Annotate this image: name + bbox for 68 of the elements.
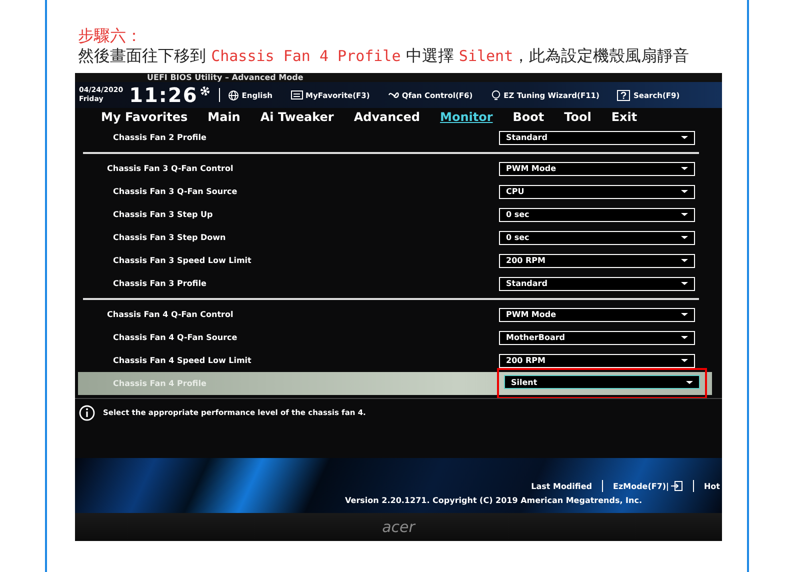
setting-label: Chassis Fan 4 Speed Low Limit — [113, 356, 252, 365]
setting-label: Chassis Fan 4 Q-Fan Source — [113, 333, 238, 342]
footer-link[interactable]: EzMode(F7)| — [612, 481, 683, 491]
clock-time: 11:26 — [129, 83, 198, 107]
caret-icon — [681, 136, 688, 139]
setting-label: Chassis Fan 3 Speed Low Limit — [113, 256, 252, 265]
caret-icon — [681, 190, 688, 193]
caret-icon — [681, 236, 688, 239]
setting-label: Chassis Fan 2 Profile — [113, 133, 206, 142]
menu-tab[interactable]: My Favorites — [101, 110, 188, 124]
dropdown[interactable]: 0 sec — [499, 230, 695, 244]
setting-label: Chassis Fan 3 Profile — [113, 279, 206, 288]
help-icon — [617, 90, 630, 100]
setting-row[interactable]: Chassis Fan 3 Profile Standard — [78, 272, 712, 295]
menu-tab[interactable]: Tool — [564, 110, 592, 124]
setting-row[interactable]: Chassis Fan 4 Q-Fan Control PWM Mode — [78, 303, 712, 326]
setting-label: Chassis Fan 3 Q-Fan Control — [107, 164, 234, 173]
dropdown[interactable]: Standard — [499, 130, 695, 144]
setting-row[interactable]: Chassis Fan 3 Speed Low Limit 200 RPM — [78, 249, 712, 272]
bulb-icon — [490, 90, 501, 100]
dropdown[interactable]: 200 RPM — [499, 254, 695, 268]
version-text: Version 2.20.1271. Copyright (C) 2019 American Megatrends, Inc. — [345, 496, 642, 505]
setting-label: Chassis Fan 4 Profile — [113, 379, 206, 388]
footer-link[interactable]: Last Modified — [531, 482, 592, 490]
setting-row[interactable]: Chassis Fan 3 Step Down 0 sec — [78, 226, 712, 249]
settings-icon — [198, 85, 211, 97]
footer-link[interactable]: Hot — [704, 482, 720, 490]
caret-icon — [681, 259, 688, 262]
bios-title: UEFI BIOS Utility – Advanced Mode — [147, 73, 304, 82]
menu-tab[interactable]: Boot — [512, 110, 544, 124]
dropdown[interactable]: CPU — [499, 184, 695, 198]
caret-icon — [681, 336, 688, 339]
menu-tab[interactable]: Advanced — [354, 110, 420, 124]
caret-icon — [681, 359, 688, 362]
caret-icon — [681, 282, 688, 285]
setting-row[interactable]: Chassis Fan 4 Q-Fan Source MotherBoard — [78, 326, 712, 349]
step-title: 步驟六： — [77, 25, 143, 46]
caret-icon — [681, 167, 688, 170]
dropdown[interactable]: 0 sec — [499, 208, 695, 222]
setting-row[interactable]: Chassis Fan 3 Q-Fan Control PWM Mode — [78, 157, 712, 180]
info-icon — [79, 405, 95, 421]
menu-tab[interactable]: Exit — [611, 110, 638, 124]
dropdown[interactable]: 200 RPM — [499, 354, 695, 368]
caret-icon — [681, 313, 688, 316]
setting-label: Chassis Fan 3 Step Down — [113, 233, 226, 242]
menu-tab[interactable]: Monitor — [440, 110, 493, 124]
card-icon — [290, 90, 303, 100]
globe-icon — [228, 90, 239, 100]
setting-row[interactable]: Chassis Fan 4 Speed Low Limit 200 RPM — [78, 349, 712, 372]
setting-row[interactable]: Chassis Fan 3 Step Up 0 sec — [78, 203, 712, 226]
fan-icon — [388, 90, 399, 100]
dropdown[interactable]: MotherBoard — [499, 330, 695, 344]
dropdown[interactable]: PWM Mode — [499, 162, 695, 176]
dropdown[interactable]: Silent — [504, 375, 700, 389]
setting-label: Chassis Fan 4 Q-Fan Control — [107, 310, 234, 319]
instruction-text: 然後畫面往下移到 Chassis Fan 4 Profile 中選擇 Silent，此為設定機殼風扇靜音 — [77, 46, 690, 66]
brand-logo: acer — [382, 518, 415, 536]
menu-tab[interactable]: Main — [208, 110, 240, 124]
setting-row[interactable]: Chassis Fan 3 Q-Fan Source CPU — [78, 180, 712, 203]
setting-label: Chassis Fan 3 Step Up — [113, 210, 213, 219]
caret-icon — [686, 380, 693, 384]
setting-row[interactable]: Chassis Fan 2 Profile Standard — [78, 126, 712, 149]
caret-icon — [681, 213, 688, 216]
menu-tab[interactable]: Ai Tweaker — [260, 110, 334, 124]
exit-arrow-icon — [670, 481, 683, 491]
dropdown[interactable]: Standard — [499, 276, 695, 290]
setting-label: Chassis Fan 3 Q-Fan Source — [113, 187, 238, 196]
dropdown[interactable]: PWM Mode — [499, 308, 695, 322]
